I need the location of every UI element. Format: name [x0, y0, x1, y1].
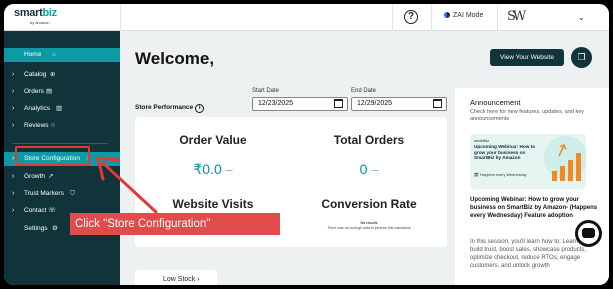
sidebar-divider: [12, 143, 108, 144]
analytics-icon: ▥: [56, 105, 63, 112]
announcement-headline[interactable]: Upcoming Webinar: How to grow your busin…: [470, 196, 602, 220]
sidebar-item-label: Settings: [24, 225, 48, 232]
orders-icon: ▤: [46, 88, 53, 95]
page-title: Welcome,: [135, 49, 215, 68]
divider: [392, 4, 393, 31]
chevron-right-icon: ›: [12, 207, 15, 214]
order-value: ₹0.0 —: [193, 161, 233, 177]
growth-bar: [552, 171, 557, 181]
zai-mode-toggle[interactable]: ZAI Mode: [444, 12, 483, 19]
conversion-rate-title: Conversion Rate: [321, 197, 417, 211]
no-results-message: No results There was not enough data to …: [291, 221, 447, 231]
divider: [497, 4, 498, 31]
webinar-banner[interactable]: smartbiz Upcoming Webinar: How to grow y…: [470, 134, 586, 189]
order-value-number: ₹0.0: [193, 161, 222, 177]
top-bar: smartbiz by amazon ? ZAI Mode SW ⌄: [4, 4, 609, 31]
catalog-icon: ⊕: [50, 71, 56, 78]
chevron-right-icon: ›: [12, 88, 15, 95]
copy-icon: ❐: [577, 52, 586, 62]
chevron-right-icon: ›: [12, 190, 15, 197]
zai-mode-label: ZAI Mode: [453, 12, 484, 19]
chevron-right-icon: ›: [12, 155, 15, 162]
banner-logo: smartbiz: [474, 138, 490, 143]
brand-name: smartbiz: [14, 7, 57, 19]
sidebar-item-orders[interactable]: › Orders ▤: [4, 85, 120, 99]
chevron-down-icon[interactable]: ⌄: [578, 13, 585, 22]
order-value-title: Order Value: [179, 133, 247, 147]
sidebar-item-label: Orders: [24, 88, 44, 95]
zai-mode-icon: [444, 12, 450, 18]
end-date-input[interactable]: 12/29/2025: [351, 97, 447, 111]
contact-icon: ☏: [48, 207, 57, 214]
calendar-icon[interactable]: [334, 99, 343, 108]
growth-bar: [576, 153, 581, 181]
start-date-value: 12/23/2025: [258, 100, 294, 107]
sidebar-item-label: Contact: [24, 207, 47, 214]
trust-markers-icon: ⛉: [70, 190, 75, 197]
settings-icon: ⚙: [52, 225, 58, 232]
reviews-icon: ☆: [50, 122, 56, 129]
divider: [431, 4, 432, 31]
sidebar-item-analytics[interactable]: › Analytics ▥: [4, 102, 120, 116]
sidebar-item-label: Growth: [24, 173, 45, 180]
start-date-input[interactable]: 12/23/2025: [252, 97, 348, 111]
no-results-subtitle: There was not enough data to perform thi…: [327, 226, 411, 230]
store-performance-label: Store Performance: [135, 104, 194, 111]
chevron-right-icon: ›: [12, 105, 15, 112]
chevron-right-icon: ›: [12, 71, 15, 78]
end-date-value: 12/29/2025: [357, 100, 393, 107]
sidebar-item-growth[interactable]: › Growth ↗: [4, 170, 120, 184]
instruction-callout: Click "Store Configuration": [70, 213, 280, 235]
sidebar-item-label: Trust Markers: [24, 190, 64, 197]
end-date-label: End Date: [351, 88, 377, 94]
total-orders-title: Total Orders: [333, 133, 405, 147]
copy-link-button[interactable]: ❐: [571, 47, 592, 68]
help-icon[interactable]: ?: [404, 10, 418, 24]
app-window: smartbiz by amazon ? ZAI Mode SW ⌄ Home ⌂…: [4, 4, 609, 285]
calendar-icon[interactable]: [433, 99, 442, 108]
smartbiz-logo[interactable]: smartbiz by amazon: [14, 7, 57, 27]
view-website-button[interactable]: View Your Website: [490, 49, 564, 66]
sidebar-item-home[interactable]: Home ⌂: [4, 48, 120, 62]
start-date-label: Start Date: [252, 88, 280, 94]
banner-title: Upcoming Webinar: How to grow your busin…: [474, 144, 536, 160]
banner-meta-text: Happens every Wednesday: [479, 173, 527, 177]
sidebar-item-label: Home: [24, 51, 42, 58]
chat-icon: [582, 228, 595, 238]
announcement-title: Announcement: [470, 98, 521, 107]
chevron-right-icon: ›: [12, 173, 15, 180]
sidebar-item-label: Reviews: [24, 122, 49, 129]
info-icon[interactable]: i: [195, 104, 205, 113]
highlight-box: [15, 146, 90, 166]
divider: [120, 4, 121, 31]
low-stock-card[interactable]: Low Stock ›: [135, 270, 217, 285]
growth-icon: ↗: [48, 173, 54, 180]
growth-bar: [568, 160, 573, 181]
chevron-right-icon: ›: [197, 276, 200, 283]
total-orders-number: 0: [359, 161, 368, 177]
announcement-panel: Announcement Check here for new features…: [455, 88, 609, 285]
chat-button[interactable]: [575, 220, 602, 247]
sidebar-item-catalog[interactable]: › Catalog ⊕: [4, 68, 120, 82]
banner-meta: 🗓 Happens every Wednesday: [474, 173, 527, 177]
account-avatar[interactable]: SW: [507, 9, 526, 24]
announcement-description: Check here for new features, updates, an…: [470, 109, 585, 122]
store-performance-heading: Store Performance i: [135, 104, 205, 113]
home-icon: ⌂: [52, 51, 56, 58]
total-orders: 0 —: [359, 161, 379, 177]
website-visits-title: Website Visits: [172, 197, 254, 211]
low-stock-label: Low Stock: [163, 276, 196, 283]
sidebar-item-label: Catalog: [24, 71, 47, 78]
sidebar-item-reviews[interactable]: › Reviews ☆: [4, 119, 120, 133]
sidebar-item-trust-markers[interactable]: › Trust Markers ⛉: [4, 187, 120, 201]
brand-sub: by amazon: [30, 20, 50, 25]
growth-bar: [560, 166, 565, 181]
sidebar-item-label: Analytics: [24, 105, 51, 112]
chevron-right-icon: ›: [12, 122, 15, 129]
